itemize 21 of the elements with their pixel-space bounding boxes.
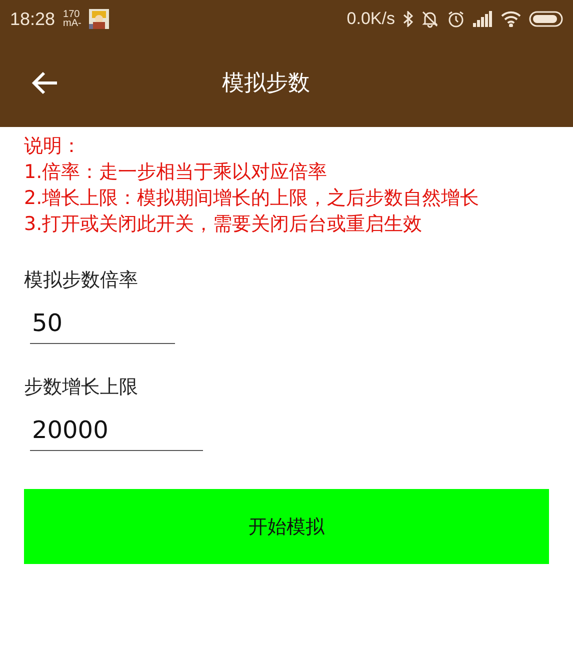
- input-field[interactable]: 20000: [30, 414, 203, 451]
- field-label: 步数增长上限: [24, 375, 139, 400]
- instruction-line: 1.倍率：走一步相当于乘以对应倍率: [24, 160, 328, 185]
- alarm-icon: [447, 10, 465, 28]
- input-field[interactable]: 50: [30, 307, 175, 344]
- back-arrow-icon: [32, 70, 58, 94]
- wifi-icon: [501, 11, 521, 27]
- signal-icon: [473, 11, 493, 27]
- battery-icon: [529, 11, 563, 27]
- current-reading: 170: [63, 10, 80, 19]
- instruction-line: 3.打开或关闭此开关，需要关闭后台或重启生效: [24, 212, 424, 237]
- instruction-line: 2.增长上限：模拟期间增长的上限，之后步数自然增长: [24, 186, 480, 211]
- status-time: 18:28: [10, 8, 56, 30]
- network-speed: 0.0K/s: [346, 9, 395, 29]
- bluetooth-icon: [403, 11, 413, 27]
- screen-title: 模拟步数: [222, 70, 310, 98]
- field-label: 模拟步数倍率: [24, 268, 139, 293]
- instruction-line: 说明：: [24, 134, 82, 159]
- current-unit: mA-: [63, 19, 82, 28]
- start-button[interactable]: 开始模拟: [24, 489, 549, 564]
- bell-muted-icon: [421, 10, 439, 28]
